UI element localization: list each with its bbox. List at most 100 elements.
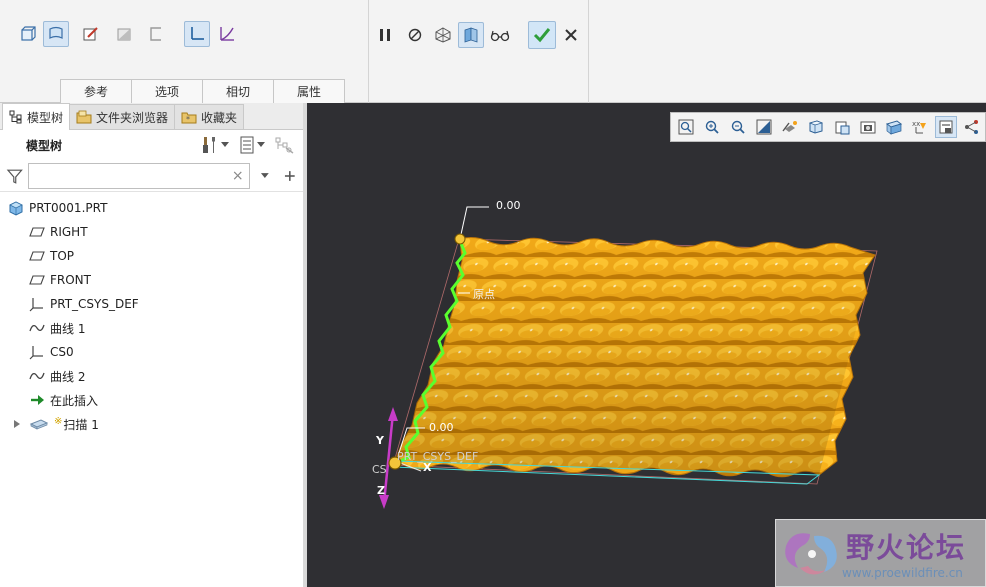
tree-item-curve-2[interactable]: 曲线 2	[0, 364, 303, 388]
tab-favorites-label: 收藏夹	[201, 110, 238, 125]
forum-watermark: 野火论坛 www.proewildfire.cn	[775, 519, 986, 587]
repaint-icon	[756, 119, 772, 135]
tree-item-prt-csys-def[interactable]: PRT_CSYS_DEF	[0, 292, 303, 316]
navigator-panel: 模型树 文件夹浏览器 * 收藏夹 模型树 × PRT0001.PRT RIGHT…	[0, 103, 307, 587]
csys-icon	[29, 346, 43, 360]
tree-item-label: PRT0001.PRT	[29, 201, 108, 215]
add-icon[interactable]	[283, 169, 297, 183]
remove-material-button[interactable]	[111, 21, 137, 47]
thicken-button[interactable]	[143, 21, 169, 47]
tab-model-tree-label: 模型树	[27, 110, 64, 125]
tab-tangency[interactable]: 相切	[202, 79, 274, 103]
start-point-handle[interactable]	[454, 233, 466, 245]
datum-plane-icon	[29, 251, 45, 261]
ribbon-tabs: 参考 选项 相切 属性	[60, 79, 345, 103]
thicken-sketch-icon	[150, 27, 161, 41]
variable-section-button[interactable]	[214, 21, 240, 47]
constant-section-icon	[191, 27, 204, 40]
tree-item-insert-here[interactable]: 在此插入	[0, 388, 303, 412]
tree-item-label: 曲线 2	[50, 369, 86, 384]
ribbon: 参考 选项 相切 属性	[0, 0, 986, 103]
graphics-viewport[interactable]: 0.00 原点 0.00 PRT_CSYS_DEF CS Y X Z xx 野火…	[307, 103, 986, 587]
tab-options[interactable]: 选项	[131, 79, 203, 103]
constant-section-button[interactable]	[184, 21, 210, 47]
zoom-out-button[interactable]	[727, 116, 749, 138]
tree-item-label: FRONT	[50, 273, 91, 287]
surface-icon	[49, 26, 63, 39]
tab-folder-browser[interactable]: 文件夹浏览器	[69, 104, 176, 129]
spin-controls-button[interactable]	[961, 116, 983, 138]
view-manager-button[interactable]	[857, 116, 879, 138]
tree-item-cs0[interactable]: CS0	[0, 340, 303, 364]
perspective-icon	[886, 120, 902, 135]
dimension-top[interactable]: 0.00	[496, 199, 521, 212]
remove-material-icon	[117, 28, 131, 41]
tab-properties[interactable]: 属性	[273, 79, 345, 103]
refit-button[interactable]	[675, 116, 697, 138]
preview-mesh-button[interactable]	[430, 22, 456, 48]
tree-columns-icon	[275, 137, 294, 154]
tree-item-top[interactable]: TOP	[0, 244, 303, 268]
axis-z-label: Z	[377, 484, 385, 497]
model-tree: PRT0001.PRT RIGHT TOP FRONT PRT_CSYS_DEF…	[0, 192, 303, 436]
solid-type-button[interactable]	[15, 21, 41, 47]
filter-icon[interactable]	[6, 167, 24, 185]
variable-section-icon	[220, 27, 234, 41]
saved-orientation-icon	[835, 121, 850, 135]
pause-button[interactable]	[372, 22, 398, 48]
axis-arrow-icon	[388, 407, 398, 421]
search-box: ×	[27, 162, 250, 189]
saved-orientations-button[interactable]	[831, 116, 853, 138]
search-row: ×	[0, 160, 303, 192]
attached-preview-button[interactable]	[458, 22, 484, 48]
spin-controls-icon	[965, 120, 978, 134]
glasses-icon	[490, 30, 510, 42]
zoom-in-button[interactable]	[701, 116, 723, 138]
annotation-display-button[interactable]: xx	[909, 116, 931, 138]
surface-shading	[395, 239, 875, 475]
tab-references[interactable]: 参考	[60, 79, 132, 103]
verify-mode-button[interactable]	[487, 22, 513, 48]
repaint-button[interactable]	[753, 116, 775, 138]
tree-item-curve-1[interactable]: 曲线 1	[0, 316, 303, 340]
tree-toolbar: 模型树	[0, 130, 303, 160]
ok-button[interactable]	[528, 21, 556, 49]
datum-display-button[interactable]	[935, 116, 957, 138]
pencil-edit-icon	[83, 27, 98, 41]
model-tree-icon	[9, 110, 22, 124]
svg-text:xx: xx	[912, 120, 920, 128]
surface-type-button[interactable]	[43, 21, 69, 47]
chevron-down-icon[interactable]	[260, 172, 270, 180]
no-preview-button[interactable]	[402, 22, 428, 48]
cancel-button[interactable]	[558, 22, 584, 48]
dimension-bottom[interactable]: 0.00	[429, 421, 454, 434]
tab-favorites[interactable]: * 收藏夹	[174, 104, 245, 129]
display-style-button[interactable]	[805, 116, 827, 138]
ribbon-separator	[588, 0, 589, 103]
tree-item-sweep-1[interactable]: ※ 扫描 1	[0, 412, 303, 436]
settings-menu-button[interactable]	[201, 136, 229, 154]
preview-mesh-icon	[435, 27, 451, 43]
datum-display-icon	[939, 120, 953, 134]
tree-item-label: 在此插入	[50, 393, 99, 408]
expand-arrow-icon[interactable]	[14, 420, 20, 428]
clear-search-button[interactable]: ×	[232, 168, 244, 184]
tree-filter-toggle[interactable]	[275, 136, 295, 154]
search-input[interactable]	[28, 163, 249, 188]
spin-center-button[interactable]	[779, 116, 801, 138]
solid-cube-icon	[21, 26, 36, 41]
perspective-view-button[interactable]	[883, 116, 905, 138]
tab-model-tree[interactable]: 模型树	[2, 103, 71, 130]
svg-text:*: *	[186, 115, 190, 124]
view-manager-icon	[860, 121, 876, 134]
sketch-edit-button[interactable]	[78, 21, 104, 47]
zoom-in-icon	[705, 120, 719, 134]
tree-item-front[interactable]: FRONT	[0, 268, 303, 292]
sweep-icon	[29, 419, 49, 430]
show-menu-button[interactable]	[239, 136, 265, 154]
graphics-toolbar: xx	[670, 112, 986, 142]
insert-here-icon	[31, 395, 44, 405]
tree-item-right[interactable]: RIGHT	[0, 220, 303, 244]
tree-title: 模型树	[26, 138, 63, 153]
tree-item-part[interactable]: PRT0001.PRT	[0, 196, 303, 220]
